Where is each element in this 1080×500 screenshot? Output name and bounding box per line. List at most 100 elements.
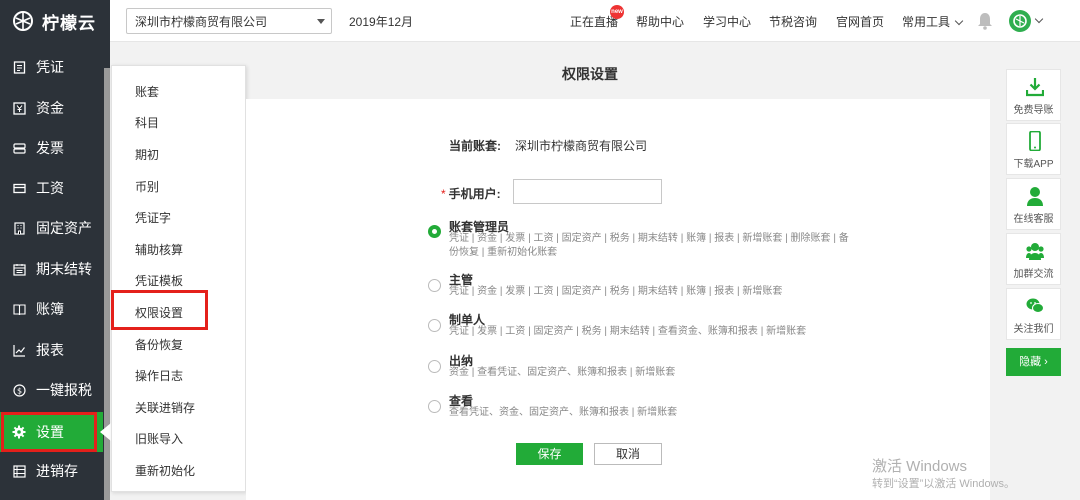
top-bar: 柠檬云 深圳市柠檬商贸有限公司 2019年12月 正在直播 new 帮助中心 学… bbox=[0, 0, 1080, 42]
sidebar-item-label: 一键报税 bbox=[36, 382, 92, 398]
company-select-value: 深圳市柠檬商贸有限公司 bbox=[135, 14, 268, 29]
follow-us-button[interactable]: 关注我们 bbox=[1006, 288, 1061, 340]
role-desc-supervisor: 凭证 | 资金 | 发票 | 工资 | 固定资产 | 税务 | 期末结转 | 账… bbox=[449, 286, 783, 297]
join-group-button[interactable]: 加群交流 bbox=[1006, 233, 1061, 285]
sidebar-item-fixed-assets[interactable]: 固定资产 bbox=[0, 208, 103, 248]
current-account-value: 深圳市柠檬商贸有限公司 bbox=[515, 139, 648, 153]
lemon-logo-icon bbox=[13, 11, 33, 31]
phone-user-label-text: 手机用户: bbox=[448, 187, 501, 201]
sidebar-item-inventory[interactable]: 进销存 bbox=[0, 451, 103, 491]
voucher-icon bbox=[12, 60, 26, 74]
save-button[interactable]: 保存 bbox=[516, 443, 583, 465]
chart-icon bbox=[12, 343, 26, 357]
chevron-down-icon bbox=[954, 16, 964, 26]
nav-tax-consulting[interactable]: 节税咨询 bbox=[769, 13, 817, 30]
yen-icon bbox=[12, 101, 26, 115]
cancel-button[interactable]: 取消 bbox=[594, 443, 662, 465]
submenu-item-import-old-accounts[interactable]: 旧账导入 bbox=[135, 430, 183, 447]
page-title: 权限设置 bbox=[562, 66, 618, 82]
submenu-item-opening[interactable]: 期初 bbox=[135, 146, 159, 163]
live-new-badge: new bbox=[610, 5, 624, 19]
submenu-item-account-set[interactable]: 账套 bbox=[135, 83, 159, 100]
role-desc-cashier: 资金 | 查看凭证、固定资产、账簿和报表 | 新增账套 bbox=[449, 367, 676, 378]
sidebar-item-ledger[interactable]: 账簿 bbox=[0, 289, 103, 329]
calendar-icon bbox=[12, 262, 26, 276]
user-avatar-icon bbox=[1013, 14, 1027, 28]
app-name: 柠檬云 bbox=[42, 13, 96, 33]
sidebar-item-voucher[interactable]: 凭证 bbox=[0, 47, 103, 87]
bell-icon[interactable] bbox=[977, 12, 993, 30]
user-icon bbox=[1027, 187, 1043, 206]
submenu-item-aux-accounting[interactable]: 辅助核算 bbox=[135, 241, 183, 258]
settings-submenu: 账套 科目 期初 币别 凭证字 辅助核算 凭证模板 权限设置 备份恢复 操作日志… bbox=[111, 65, 246, 492]
avatar[interactable] bbox=[1009, 10, 1031, 32]
submenu-item-voucher-template[interactable]: 凭证模板 bbox=[135, 272, 183, 289]
nav-learning-center[interactable]: 学习中心 bbox=[703, 13, 751, 30]
submenu-item-operation-log[interactable]: 操作日志 bbox=[135, 367, 183, 384]
free-import-button[interactable]: 免费导账 bbox=[1006, 69, 1061, 121]
download-app-label: 下载APP bbox=[1013, 159, 1054, 170]
sidebar-item-label: 期末结转 bbox=[36, 261, 92, 277]
hide-toolbar-button[interactable]: 隐藏 › bbox=[1006, 348, 1061, 376]
role-desc-preparer: 凭证 | 发票 | 工资 | 固定资产 | 税务 | 期末结转 | 查看资金、账… bbox=[449, 326, 807, 337]
submenu-item-linked-inventory[interactable]: 关联进销存 bbox=[135, 399, 195, 416]
sidebar-item-one-click-tax[interactable]: $ 一键报税 bbox=[0, 370, 103, 410]
submenu-item-subjects[interactable]: 科目 bbox=[135, 114, 159, 131]
sidebar-item-label: 凭证 bbox=[36, 59, 64, 75]
role-radio-cashier[interactable] bbox=[428, 360, 441, 373]
logo[interactable]: 柠檬云 bbox=[0, 0, 110, 42]
submenu-item-backup-restore[interactable]: 备份恢复 bbox=[135, 336, 183, 353]
permission-form-panel bbox=[246, 99, 990, 500]
windows-activation-watermark-subtitle: 转到“设置”以激活 Windows。 bbox=[872, 478, 1016, 490]
free-import-label: 免费导账 bbox=[1013, 105, 1054, 116]
dollar-circle-icon: $ bbox=[12, 383, 26, 397]
building-icon bbox=[12, 221, 26, 235]
sidebar-item-label: 资金 bbox=[36, 100, 64, 116]
group-icon bbox=[1026, 243, 1044, 260]
role-radio-account-admin[interactable] bbox=[428, 225, 441, 238]
role-radio-supervisor[interactable] bbox=[428, 279, 441, 292]
book-icon bbox=[12, 302, 26, 316]
submenu-item-currency[interactable]: 币别 bbox=[135, 178, 159, 195]
role-desc-account-admin: 凭证 | 资金 | 发票 | 工资 | 固定资产 | 税务 | 期末结转 | 账… bbox=[449, 233, 849, 258]
download-app-button[interactable]: 下载APP bbox=[1006, 123, 1061, 175]
windows-activation-watermark-title: 激活 Windows bbox=[872, 458, 968, 475]
sidebar-item-label: 发票 bbox=[36, 140, 64, 156]
phone-user-input[interactable] bbox=[513, 179, 662, 204]
sidebar-item-label: 进销存 bbox=[36, 463, 78, 479]
svg-text:$: $ bbox=[16, 386, 21, 395]
common-tools-label: 常用工具 bbox=[902, 15, 951, 29]
required-mark: * bbox=[441, 187, 446, 201]
sidebar-item-invoice[interactable]: 发票 bbox=[0, 128, 103, 168]
role-radio-viewer[interactable] bbox=[428, 400, 441, 413]
online-support-label: 在线客服 bbox=[1013, 214, 1054, 225]
inventory-icon bbox=[12, 464, 26, 478]
company-select[interactable]: 深圳市柠檬商贸有限公司 bbox=[126, 8, 332, 34]
sidebar-item-reports[interactable]: 报表 bbox=[0, 330, 103, 370]
submenu-pointer bbox=[100, 423, 111, 441]
nav-help-center[interactable]: 帮助中心 bbox=[636, 13, 684, 30]
highlight-box-permissions bbox=[111, 290, 208, 330]
submenu-item-reinitialize[interactable]: 重新初始化 bbox=[135, 462, 195, 479]
invoice-icon bbox=[12, 141, 26, 155]
sidebar-item-funds[interactable]: 资金 bbox=[0, 88, 103, 128]
current-account-label: 当前账套: bbox=[449, 139, 501, 153]
sidebar-item-label: 固定资产 bbox=[36, 220, 92, 236]
chevron-down-icon[interactable] bbox=[1034, 14, 1044, 24]
nav-official-home[interactable]: 官网首页 bbox=[836, 13, 884, 30]
role-radio-preparer[interactable] bbox=[428, 319, 441, 332]
chevron-down-icon bbox=[317, 19, 325, 24]
join-group-label: 加群交流 bbox=[1013, 269, 1054, 280]
salary-card-icon bbox=[12, 181, 26, 195]
sidebar-item-label: 工资 bbox=[36, 180, 64, 196]
online-support-button[interactable]: 在线客服 bbox=[1006, 178, 1061, 230]
download-icon bbox=[1026, 78, 1044, 97]
wechat-icon bbox=[1026, 298, 1044, 313]
phone-user-label: * 手机用户: bbox=[441, 185, 501, 202]
sidebar-item-salary[interactable]: 工资 bbox=[0, 168, 103, 208]
accounting-period: 2019年12月 bbox=[349, 15, 414, 29]
sidebar-item-label: 报表 bbox=[36, 342, 64, 358]
sidebar-item-period-close[interactable]: 期末结转 bbox=[0, 249, 103, 289]
common-tools-menu[interactable]: 常用工具 bbox=[902, 13, 964, 30]
submenu-item-voucher-type[interactable]: 凭证字 bbox=[135, 209, 171, 226]
